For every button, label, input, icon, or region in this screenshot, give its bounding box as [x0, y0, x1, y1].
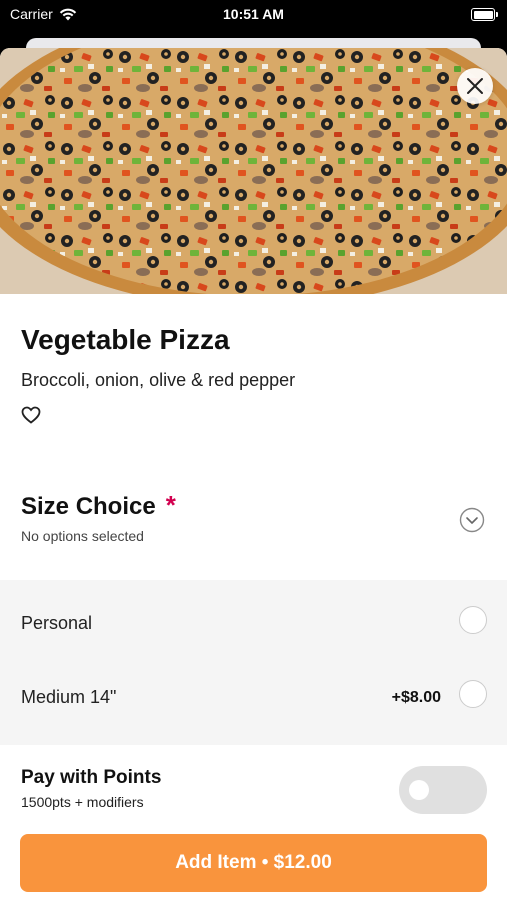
status-bar: Carrier 10:51 AM: [0, 0, 507, 30]
pay-with-points-toggle[interactable]: [399, 766, 487, 814]
item-title: Vegetable Pizza: [21, 324, 230, 355]
pay-with-points-title: Pay with Points: [21, 767, 162, 788]
close-icon: [467, 78, 483, 94]
size-option-personal[interactable]: Personal: [0, 596, 507, 656]
size-choice-toggle[interactable]: [459, 507, 485, 538]
heart-icon: [21, 406, 41, 424]
item-description: Broccoli, onion, olive & red pepper: [21, 370, 296, 390]
pizza-illustration: [0, 48, 507, 294]
size-options-list: Personal Medium 14" +$8.00: [0, 580, 507, 745]
size-choice-header: Size Choice *: [21, 490, 176, 521]
size-option-label: Personal: [21, 613, 93, 633]
battery-icon: [471, 8, 498, 21]
pay-with-points-subtitle: 1500pts + modifiers: [21, 794, 144, 810]
size-option-medium[interactable]: Medium 14" +$8.00: [0, 670, 507, 730]
chevron-down-icon: [459, 507, 485, 533]
toggle-knob: [409, 780, 429, 800]
required-marker: *: [165, 490, 176, 520]
item-detail-sheet: Vegetable Pizza Broccoli, onion, olive &…: [0, 48, 507, 900]
status-time: 10:51 AM: [223, 6, 284, 22]
add-item-button[interactable]: Add Item • $12.00: [20, 834, 487, 892]
size-choice-subtitle: No options selected: [21, 528, 144, 544]
radio-button[interactable]: [459, 606, 487, 634]
radio-button[interactable]: [459, 680, 487, 708]
close-button[interactable]: [457, 68, 493, 104]
size-option-price: +$8.00: [391, 689, 441, 706]
item-image: [0, 48, 507, 294]
size-choice-title: Size Choice: [21, 493, 156, 520]
size-option-label: Medium 14": [21, 687, 117, 707]
favorite-button[interactable]: [21, 406, 41, 429]
